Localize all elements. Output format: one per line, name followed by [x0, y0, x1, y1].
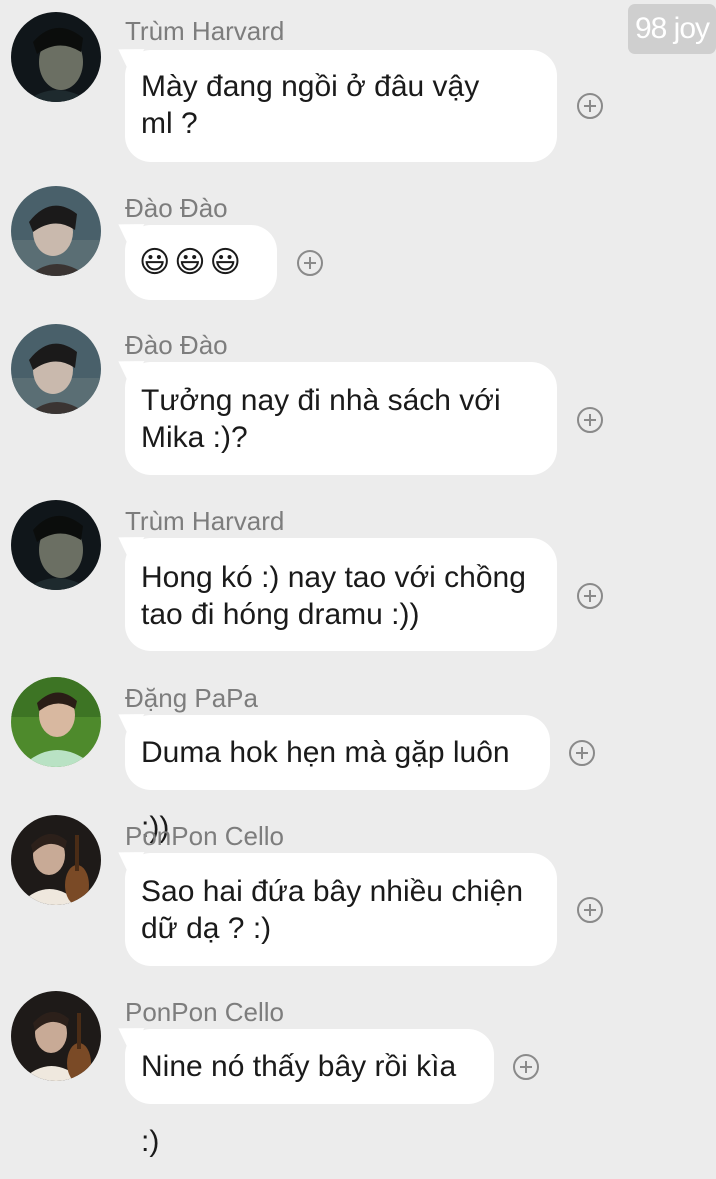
avatar[interactable]: [11, 991, 101, 1081]
message-bubble[interactable]: Duma hok hẹn mà gặp luôn :)): [125, 715, 550, 844]
message-bubble[interactable]: Tưởng nay đi nhà sách với Mika :)?: [125, 362, 557, 475]
message-bubble[interactable]: 😃 😃 😃: [125, 225, 277, 300]
plus-circle-icon[interactable]: [577, 897, 603, 923]
avatar[interactable]: [11, 186, 101, 276]
message-line: Sao hai đứa bây nhiều chiện: [141, 875, 524, 908]
plus-circle-icon[interactable]: [569, 740, 595, 766]
message-line: Hong kó :) nay tao với chồng: [141, 561, 526, 594]
plus-circle-icon[interactable]: [577, 407, 603, 433]
sender-name: PonPon Cello: [125, 997, 284, 1027]
avatar[interactable]: [11, 677, 101, 767]
avatar[interactable]: [11, 324, 101, 414]
sender-name: Đào Đào: [125, 193, 228, 223]
message-line: tao đi hóng dramu :)): [141, 598, 420, 631]
plus-circle-icon[interactable]: [513, 1054, 539, 1080]
smiley-emoji: 😃: [174, 246, 206, 279]
avatar[interactable]: [11, 815, 101, 905]
sender-name: Trùm Harvard: [125, 506, 285, 536]
message-line: Mika :)?: [141, 421, 248, 454]
smiley-emoji: 😃: [139, 246, 171, 279]
smiley-emoji: 😃: [209, 246, 241, 279]
sender-name: Đặng PaPa: [125, 683, 258, 713]
message-line: dữ dạ ? :): [141, 912, 272, 945]
sender-name: PonPon Cello: [125, 821, 284, 851]
plus-circle-icon[interactable]: [577, 583, 603, 609]
message-bubble[interactable]: Hong kó :) nay tao với chồng tao đi hóng…: [125, 538, 557, 651]
message-line: Tưởng nay đi nhà sách với: [141, 384, 501, 417]
sender-name: Đào Đào: [125, 330, 228, 360]
message-bubble[interactable]: Nine nó thấy bây rồi kìa :): [125, 1029, 494, 1158]
plus-circle-icon[interactable]: [297, 250, 323, 276]
message-bubble[interactable]: Mày đang ngồi ở đâu vậy ml ?: [125, 50, 557, 162]
plus-circle-icon[interactable]: [577, 93, 603, 119]
message-line: ml ?: [141, 107, 198, 140]
watermark-badge: 98 joy: [628, 4, 716, 54]
message-line: Nine nó thấy bây rồi kìa :): [141, 1050, 457, 1158]
message-line: Mày đang ngồi ở đâu vậy: [141, 70, 480, 103]
avatar[interactable]: [11, 12, 101, 102]
message-bubble[interactable]: Sao hai đứa bây nhiều chiện dữ dạ ? :): [125, 853, 557, 966]
sender-name: Trùm Harvard: [125, 16, 285, 46]
avatar[interactable]: [11, 500, 101, 590]
